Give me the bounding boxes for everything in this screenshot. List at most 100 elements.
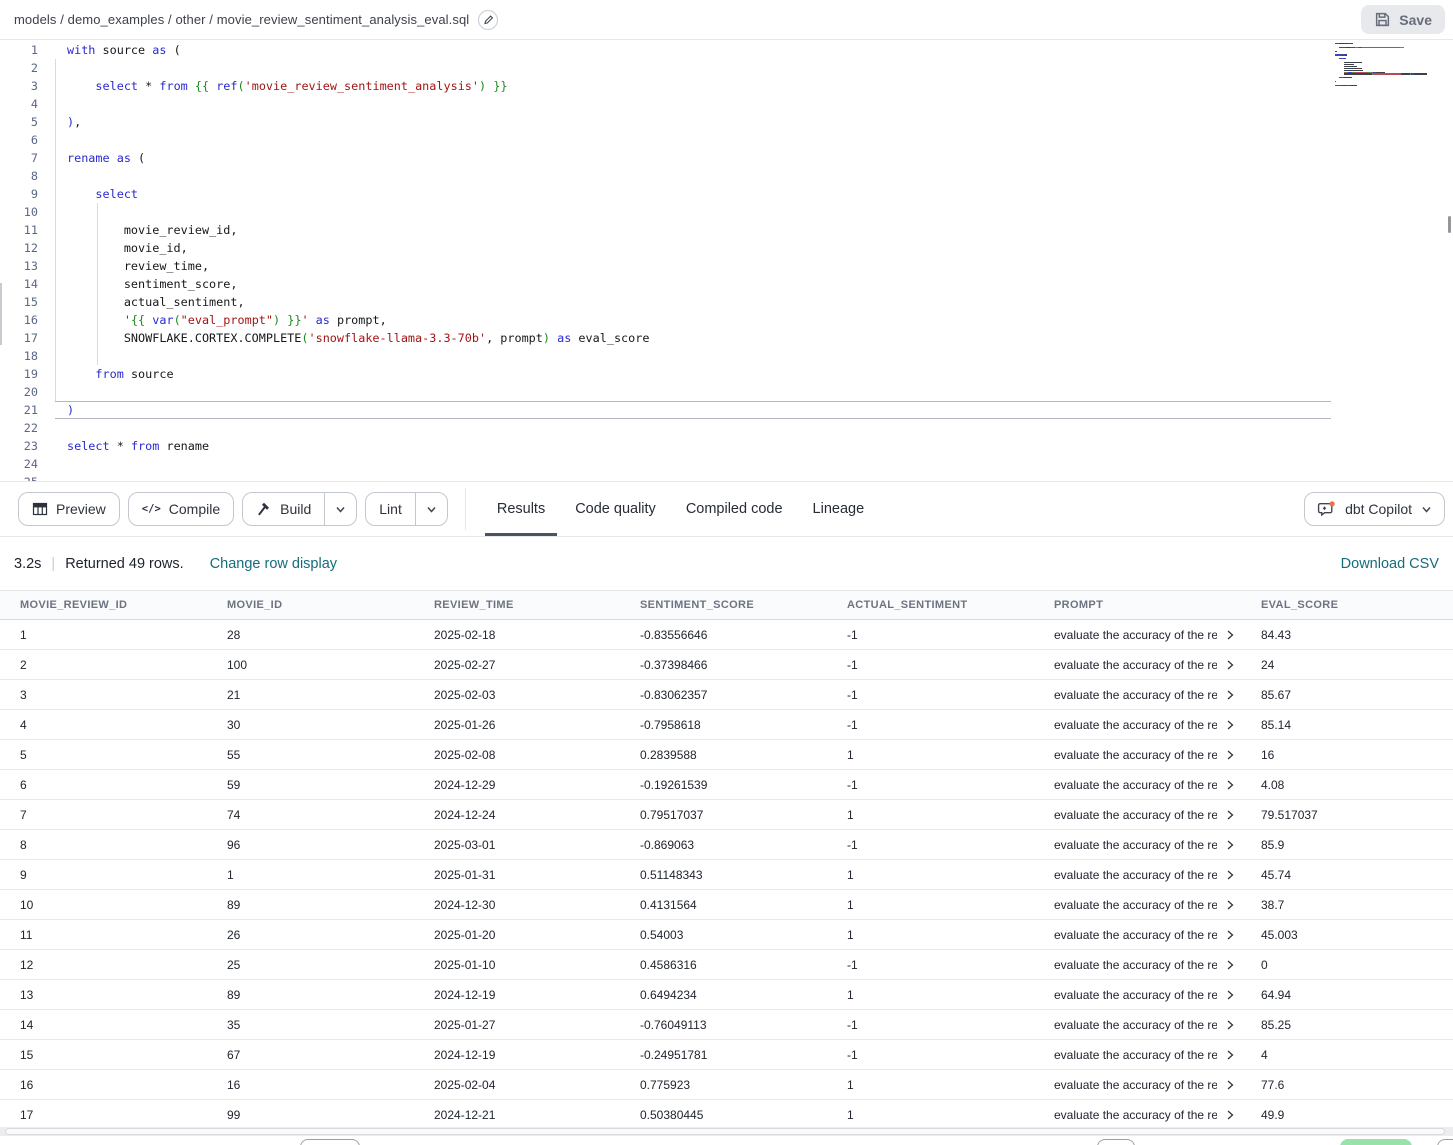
table-cell: -0.869063 [620,830,827,859]
column-header[interactable]: MOVIE_ID [207,591,414,619]
code-line[interactable]: 16 '{{ var("eval_prompt") }}' as prompt, [0,311,1453,329]
line-number: 1 [0,41,55,59]
table-cell: 79.517037 [1241,800,1453,829]
prompt-expand-chevron-icon[interactable] [1225,840,1235,850]
prompt-preview-text: evaluate the accuracy of the res… [1054,650,1217,679]
table-cell: 5 [0,740,207,769]
table-cell: 16 [1241,740,1453,769]
prompt-expand-chevron-icon[interactable] [1225,810,1235,820]
prompt-expand-chevron-icon[interactable] [1225,1020,1235,1030]
prompt-preview-text: evaluate the accuracy of the res… [1054,1070,1217,1099]
change-row-display-link[interactable]: Change row display [210,556,337,572]
column-header[interactable]: REVIEW_TIME [414,591,620,619]
prompt-expand-chevron-icon[interactable] [1225,1110,1235,1120]
save-label: Save [1399,12,1432,28]
line-number: 19 [0,365,55,383]
code-line[interactable]: 25 [0,473,1453,481]
prompt-expand-chevron-icon[interactable] [1225,780,1235,790]
code-line[interactable]: 3 select * from {{ ref('movie_review_sen… [0,77,1453,95]
table-cell: -1 [827,950,1034,979]
dbt-copilot-button[interactable]: dbt Copilot [1304,492,1445,526]
prompt-preview-text: evaluate the accuracy of the res… [1054,860,1217,889]
prompt-expand-chevron-icon[interactable] [1225,930,1235,940]
table-cell: -0.19261539 [620,770,827,799]
lint-button[interactable]: Lint [365,492,448,526]
code-line[interactable]: 11 movie_review_id, [0,221,1453,239]
prompt-expand-chevron-icon[interactable] [1225,690,1235,700]
prompt-expand-chevron-icon[interactable] [1225,1050,1235,1060]
code-line[interactable]: 2 [0,59,1453,77]
prompt-expand-chevron-icon[interactable] [1225,1080,1235,1090]
preview-button[interactable]: Preview [18,492,120,526]
breadcrumb[interactable]: models / demo_examples / other / movie_r… [14,12,469,27]
table-cell: 85.67 [1241,680,1453,709]
code-line[interactable]: 5), [0,113,1453,131]
column-header[interactable]: EVAL_SCORE [1241,591,1453,619]
prompt-expand-chevron-icon[interactable] [1225,630,1235,640]
table-cell: 1 [827,920,1034,949]
prompt-expand-chevron-icon[interactable] [1225,720,1235,730]
table-cell: 2024-12-21 [414,1100,620,1127]
editor-scrollbar-thumb[interactable] [1448,216,1451,233]
prompt-expand-chevron-icon[interactable] [1225,990,1235,1000]
line-number: 18 [0,347,55,365]
table-cell: 13 [0,980,207,1009]
prompt-expand-chevron-icon[interactable] [1225,660,1235,670]
code-line[interactable]: 19 from source [0,365,1453,383]
prompt-expand-chevron-icon[interactable] [1225,870,1235,880]
lint-dropdown[interactable] [415,493,447,525]
code-line[interactable]: 24 [0,455,1453,473]
code-line[interactable]: 20 [0,383,1453,401]
tab-results[interactable]: Results [482,482,560,536]
table-row: 21002025-02-27-0.37398466-1evaluate the … [0,650,1453,680]
download-csv-link[interactable]: Download CSV [1341,556,1439,572]
code-line[interactable]: 15 actual_sentiment, [0,293,1453,311]
tab-compiled-code[interactable]: Compiled code [671,482,798,536]
table-row: 17992024-12-210.503804451evaluate the ac… [0,1100,1453,1127]
code-line[interactable]: 8 [0,167,1453,185]
column-header[interactable]: PROMPT [1034,591,1241,619]
column-header[interactable]: MOVIE_REVIEW_ID [0,591,207,619]
lint-label: Lint [379,501,402,517]
code-line[interactable]: 23select * from rename [0,437,1453,455]
build-dropdown[interactable] [324,493,356,525]
code-line[interactable]: 13 review_time, [0,257,1453,275]
table-row: 4302025-01-26-0.7958618-1evaluate the ac… [0,710,1453,740]
code-line[interactable]: 10 [0,203,1453,221]
table-cell: -1 [827,830,1034,859]
code-line[interactable]: 17 SNOWFLAKE.CORTEX.COMPLETE('snowflake-… [0,329,1453,347]
code-line[interactable]: 18 [0,347,1453,365]
table-row: 5552025-02-080.28395881evaluate the accu… [0,740,1453,770]
table-cell: 1 [827,860,1034,889]
prompt-expand-chevron-icon[interactable] [1225,750,1235,760]
minimap[interactable] [1333,42,1447,94]
column-header[interactable]: SENTIMENT_SCORE [620,591,827,619]
code-line[interactable]: 14 sentiment_score, [0,275,1453,293]
table-cell: -0.83556646 [620,620,827,649]
query-time: 3.2s [14,556,41,572]
table-cell: 2025-01-27 [414,1010,620,1039]
compile-button[interactable]: </> Compile [128,492,234,526]
code-line[interactable]: 7rename as ( [0,149,1453,167]
code-editor[interactable]: 1with source as (23 select * from {{ ref… [0,40,1453,481]
build-button[interactable]: Build [242,492,357,526]
prompt-cell: evaluate the accuracy of the res… [1034,950,1241,979]
panel-resize-handle[interactable] [0,283,2,345]
table-cell: 1 [827,1070,1034,1099]
code-line[interactable]: 12 movie_id, [0,239,1453,257]
code-line[interactable]: 6 [0,131,1453,149]
prompt-expand-chevron-icon[interactable] [1225,960,1235,970]
code-line[interactable]: 22 [0,419,1453,437]
table-cell: 35 [207,1010,414,1039]
save-button[interactable]: Save [1361,5,1445,34]
tab-code-quality[interactable]: Code quality [560,482,671,536]
horizontal-scrollbar-thumb[interactable] [5,1128,1445,1135]
column-header[interactable]: ACTUAL_SENTIMENT [827,591,1034,619]
code-line[interactable]: 1with source as ( [0,41,1453,59]
prompt-expand-chevron-icon[interactable] [1225,900,1235,910]
code-line[interactable]: 4 [0,95,1453,113]
tab-lineage[interactable]: Lineage [798,482,880,536]
table-cell: 21 [207,680,414,709]
horizontal-scrollbar[interactable] [0,1127,1453,1136]
code-line[interactable]: 9 select [0,185,1453,203]
